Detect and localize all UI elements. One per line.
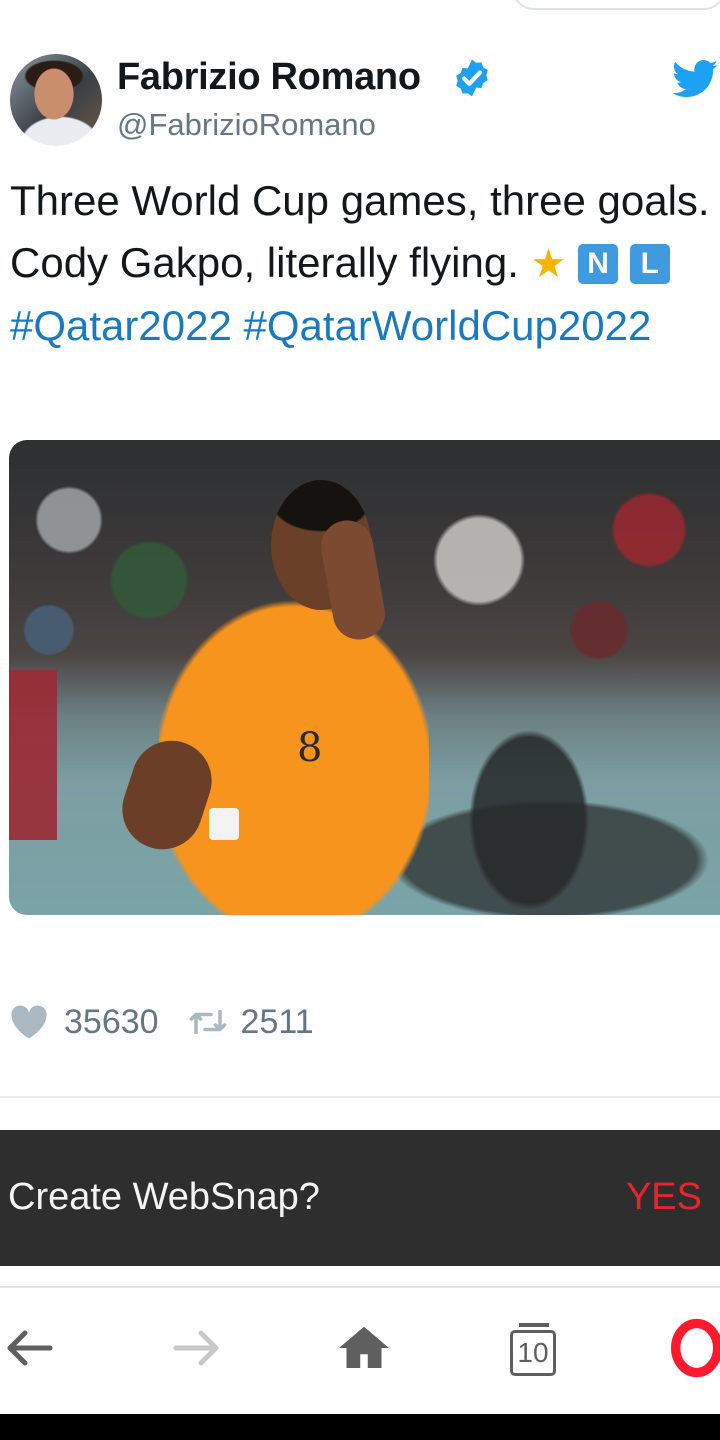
author-avatar[interactable] — [10, 54, 102, 146]
system-nav-strip — [0, 1414, 720, 1440]
tabs-button[interactable]: 10 — [510, 1323, 556, 1376]
snackbar-message: Create WebSnap? — [8, 1176, 320, 1218]
hashtag-qatar2022[interactable]: #Qatar2022 — [10, 302, 232, 349]
retweet-count: 2511 — [240, 1002, 314, 1041]
author-name[interactable]: Fabrizio Romano — [117, 56, 421, 99]
author-handle[interactable]: @FabrizioRomano — [117, 107, 376, 143]
shirt-number: 8 — [297, 725, 323, 771]
twitter-bird-icon[interactable] — [670, 55, 720, 105]
tweet-text: Three World Cup games, three goals. Cody… — [10, 170, 710, 357]
like-count: 35630 — [64, 1002, 159, 1041]
flag-letter-l: L — [629, 244, 670, 284]
hashtag-qatarworldcup2022[interactable]: #QatarWorldCup2022 — [244, 302, 652, 349]
photo-wristband — [209, 808, 239, 840]
tweet-stats: 35630 2511 — [10, 1000, 314, 1044]
forward-arrow-icon[interactable] — [166, 1318, 226, 1378]
snackbar-yes-button[interactable]: YES — [626, 1176, 702, 1219]
opera-menu-icon[interactable] — [664, 1318, 720, 1378]
back-arrow-icon[interactable] — [0, 1318, 60, 1378]
heart-icon[interactable] — [10, 1004, 48, 1040]
browser-bottom-bar — [0, 1286, 720, 1418]
follow-button-partial[interactable] — [512, 0, 720, 10]
tweet-photo[interactable]: 8 — [9, 440, 720, 915]
home-icon[interactable] — [334, 1318, 394, 1378]
photo-banner — [9, 670, 57, 840]
retweet-icon[interactable] — [187, 1007, 229, 1037]
star-emoji: ★ — [530, 242, 567, 286]
divider — [0, 1096, 720, 1098]
verified-badge-icon — [456, 59, 488, 97]
websnap-snackbar: Create WebSnap? YES — [0, 1130, 720, 1266]
flag-letter-n: N — [578, 244, 619, 284]
